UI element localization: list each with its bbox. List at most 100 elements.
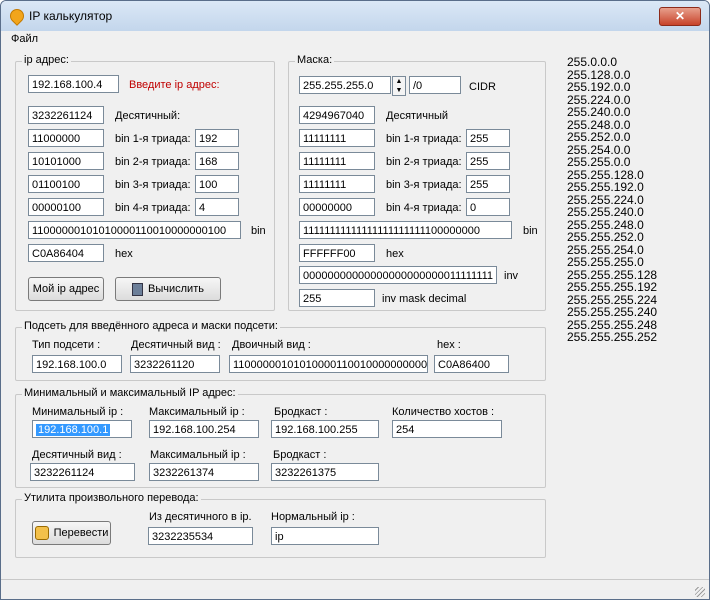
mask-list-item[interactable]: 255.255.255.252 (567, 331, 687, 344)
normal-ip-label: Нормальный ip : (271, 511, 355, 523)
ip-hex-field[interactable]: C0A86404 (28, 244, 104, 262)
ip-input[interactable]: 192.168.100.4 (28, 75, 119, 93)
mask-bin3-field[interactable]: 11111111 (299, 175, 375, 193)
ip-bin2-label: bin 2-я триада: (115, 156, 191, 168)
mask-input[interactable]: 255.255.255.0 (299, 76, 391, 94)
mask-inv-field[interactable]: 00000000000000000000000011111111 (299, 266, 497, 284)
mask-tri3-field[interactable]: 255 (466, 175, 510, 193)
subnet-hex-label: hex : (437, 339, 461, 351)
my-ip-button-label: Мой ip адрес (32, 283, 100, 295)
convert-button-label: Перевести (53, 527, 109, 539)
subnet-type-field[interactable]: 192.168.100.0 (32, 355, 122, 373)
mask-tri4-field[interactable]: 0 (466, 198, 510, 216)
ip-tri2-field[interactable]: 168 (195, 152, 239, 170)
mask-bin2-label: bin 2-я триада: (386, 156, 462, 168)
subnet-decimal-field[interactable]: 3232261120 (130, 355, 220, 373)
ip-decimal-label: Десятичный: (115, 110, 181, 122)
normal-ip-field[interactable]: ip (271, 527, 379, 545)
broadcast-field[interactable]: 192.168.100.255 (271, 420, 379, 438)
subnet-group-label: Подсеть для введённого адреса и маски по… (22, 320, 280, 332)
ip-bin-full-field[interactable]: 11000000101010000110010000000100 (28, 221, 241, 239)
max-dec-field[interactable]: 3232261374 (149, 463, 259, 481)
from-decimal-field[interactable]: 3232235534 (148, 527, 253, 545)
mask-decimal-label: Десятичный (386, 110, 449, 122)
max-dec-label: Максимальный ip : (150, 449, 246, 461)
window-title: IP калькулятор (29, 9, 113, 23)
status-bar (1, 579, 709, 599)
mask-list-item[interactable]: 255.252.0.0 (567, 131, 687, 144)
mask-hex-field[interactable]: FFFFFF00 (299, 244, 375, 262)
app-pin-icon (7, 6, 27, 26)
min-ip-field[interactable]: 192.168.100.1 (32, 420, 132, 438)
convert-button[interactable]: Перевести (32, 521, 111, 545)
broadcast-dec-field[interactable]: 3232261375 (271, 463, 379, 481)
mask-inv-decimal-field[interactable]: 255 (299, 289, 375, 307)
mask-bin2-field[interactable]: 11111111 (299, 152, 375, 170)
mask-list[interactable]: 255.0.0.0 255.128.0.0 255.192.0.0 255.22… (567, 56, 687, 344)
ip-tri4-field[interactable]: 4 (195, 198, 239, 216)
menu-bar: Файл (1, 31, 709, 48)
spin-down-icon[interactable]: ▼ (393, 86, 405, 95)
ip-bin3-label: bin 3-я триада: (115, 179, 191, 191)
min-dec-field[interactable]: 3232261124 (30, 463, 135, 481)
mask-bin-full-field[interactable]: 11111111111111111111111100000000 (299, 221, 512, 239)
ip-hint: Введите ip адрес: (129, 79, 220, 91)
mask-bin3-label: bin 3-я триада: (386, 179, 462, 191)
mask-list-item[interactable]: 255.255.255.240 (567, 306, 687, 319)
mask-list-item[interactable]: 255.192.0.0 (567, 81, 687, 94)
title-bar: IP калькулятор ✕ (1, 1, 709, 32)
min-dec-label: Десятичный вид : (32, 449, 122, 461)
max-ip-label: Максимальный ip : (149, 406, 245, 418)
hand-pointer-icon (34, 526, 49, 540)
mask-tri1-field[interactable]: 255 (466, 129, 510, 147)
mask-list-item[interactable]: 255.255.240.0 (567, 206, 687, 219)
broadcast-dec-label: Бродкаст : (273, 449, 327, 461)
from-decimal-label: Из десятичного в ip. (149, 511, 252, 523)
my-ip-button[interactable]: Мой ip адрес (28, 277, 104, 301)
ip-tri3-field[interactable]: 100 (195, 175, 239, 193)
mask-list-item[interactable]: 255.0.0.0 (567, 56, 687, 69)
mask-list-item[interactable]: 255.255.255.0 (567, 256, 687, 269)
spin-up-icon[interactable]: ▲ (393, 77, 405, 86)
ip-group-label: ip адрес: (22, 54, 71, 66)
ip-bin1-field[interactable]: 11000000 (28, 129, 104, 147)
calculate-button-label: Вычислить (148, 283, 204, 295)
mask-list-item[interactable]: 255.255.0.0 (567, 156, 687, 169)
ip-hex-label: hex (115, 248, 133, 260)
ip-decimal-field[interactable]: 3232261124 (28, 106, 104, 124)
ip-bin3-field[interactable]: 01100100 (28, 175, 104, 193)
subnet-hex-field[interactable]: C0A86400 (434, 355, 509, 373)
menu-file[interactable]: Файл (11, 33, 38, 45)
max-ip-field[interactable]: 192.168.100.254 (149, 420, 259, 438)
ip-bin-label: bin (251, 225, 266, 237)
subnet-decimal-label: Десятичный вид : (131, 339, 221, 351)
calculate-button[interactable]: Вычислить (115, 277, 221, 301)
subnet-binary-field[interactable]: 11000000101010000110010000000000 (229, 355, 428, 373)
hosts-field[interactable]: 254 (392, 420, 502, 438)
ip-tri1-field[interactable]: 192 (195, 129, 239, 147)
cidr-field[interactable]: /0 (409, 76, 461, 94)
mask-tri2-field[interactable]: 255 (466, 152, 510, 170)
mask-bin4-field[interactable]: 00000000 (299, 198, 375, 216)
mask-decimal-field[interactable]: 4294967040 (299, 106, 375, 124)
mask-list-item[interactable]: 255.255.192.0 (567, 181, 687, 194)
close-button[interactable]: ✕ (659, 7, 701, 26)
mask-inv-label: inv (504, 270, 519, 282)
calculator-icon (132, 282, 144, 296)
ip-bin1-label: bin 1-я триада: (115, 133, 191, 145)
convert-group-label: Утилита произвольного перевода: (22, 492, 201, 504)
mask-list-item[interactable]: 255.240.0.0 (567, 106, 687, 119)
ip-bin2-field[interactable]: 10101000 (28, 152, 104, 170)
mask-bin1-field[interactable]: 11111111 (299, 129, 375, 147)
resize-grip-icon[interactable] (695, 587, 705, 597)
min-ip-selected-text: 192.168.100.1 (36, 424, 111, 436)
ip-bin4-field[interactable]: 00000100 (28, 198, 104, 216)
mask-list-item[interactable]: 255.255.252.0 (567, 231, 687, 244)
min-ip-label: Минимальный ip : (32, 406, 124, 418)
mask-list-item[interactable]: 255.255.255.192 (567, 281, 687, 294)
mask-bin4-label: bin 4-я триада: (386, 202, 462, 214)
ip-bin4-label: bin 4-я триада: (115, 202, 191, 214)
mask-inv-decimal-label: inv mask decimal (382, 293, 467, 305)
mask-spinner[interactable]: ▲ ▼ (392, 76, 406, 96)
app-window: IP калькулятор ✕ Файл ip адрес: 192.168.… (0, 0, 710, 600)
